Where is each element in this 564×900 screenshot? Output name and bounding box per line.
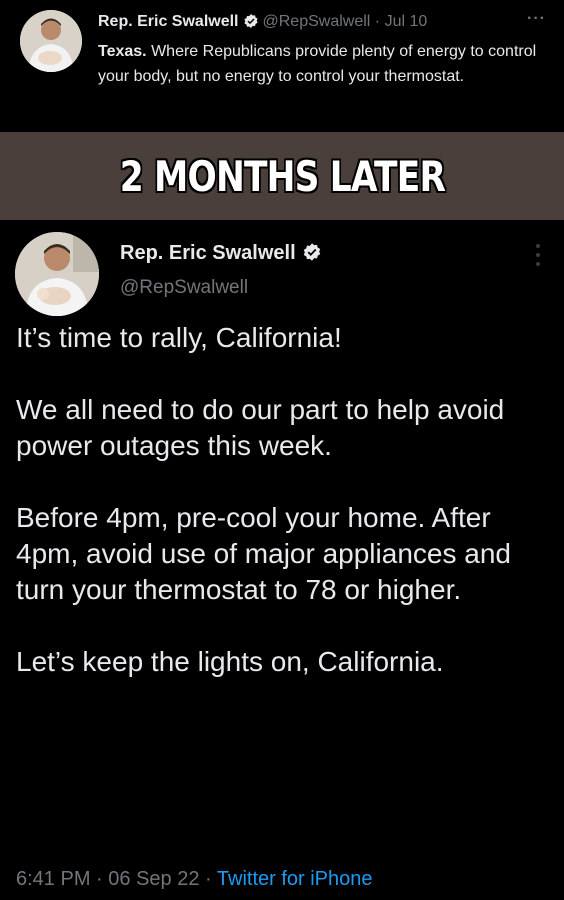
tweet-paragraph: We all need to do our part to help avoid… — [16, 394, 505, 461]
separator-dot: · — [374, 13, 381, 30]
author-handle[interactable]: @RepSwalwell — [120, 277, 248, 299]
tweet-time[interactable]: 6:41 PM — [16, 868, 90, 890]
tweet-meta: 6:41 PM · 06 Sep 22 · Twitter for iPhone — [16, 868, 373, 891]
tweet-date[interactable]: Jul 10 — [385, 13, 428, 30]
main-tweet-text: It’s time to rally, California! We all n… — [16, 320, 556, 680]
verified-badge-icon — [243, 13, 259, 36]
author-handle[interactable]: @RepSwalwell — [263, 13, 371, 30]
tweet-paragraph: Before 4pm, pre-cool your home. After 4p… — [16, 502, 511, 605]
author-name[interactable]: Rep. Eric Swalwell — [98, 13, 239, 30]
tweet-paragraph: Let’s keep the lights on, California. — [16, 646, 444, 677]
separator-dot: · — [199, 868, 217, 890]
more-options-icon[interactable]: ··· — [527, 10, 546, 28]
tweet-paragraph: It’s time to rally, California! — [16, 322, 342, 353]
top-tweet-header: Rep. Eric Swalwell @RepSwalwell · Jul 10 — [98, 11, 548, 36]
main-tweet[interactable]: Rep. Eric Swalwell @RepSwalwell It’s tim… — [0, 220, 564, 900]
separator-dot: · — [90, 868, 109, 890]
top-tweet-avatar[interactable] — [20, 10, 82, 72]
main-tweet-avatar[interactable] — [15, 232, 99, 316]
tweet-text-rest: Where Republicans provide plenty of ener… — [98, 43, 537, 85]
top-tweet[interactable]: Rep. Eric Swalwell @RepSwalwell · Jul 10 … — [0, 0, 564, 132]
tweet-text-bold: Texas. — [98, 43, 147, 60]
verified-badge-icon — [302, 242, 322, 268]
author-name[interactable]: Rep. Eric Swalwell — [120, 242, 296, 264]
tweet-date[interactable]: 06 Sep 22 — [108, 868, 199, 890]
more-options-icon[interactable] — [536, 244, 542, 266]
banner-caption: 2 MONTHS LATER — [119, 151, 445, 201]
top-tweet-text: Texas. Where Republicans provide plenty … — [98, 39, 548, 89]
main-author-row: Rep. Eric Swalwell — [120, 242, 326, 268]
caption-banner: 2 MONTHS LATER — [0, 132, 564, 220]
tweet-source-link[interactable]: Twitter for iPhone — [217, 868, 373, 890]
